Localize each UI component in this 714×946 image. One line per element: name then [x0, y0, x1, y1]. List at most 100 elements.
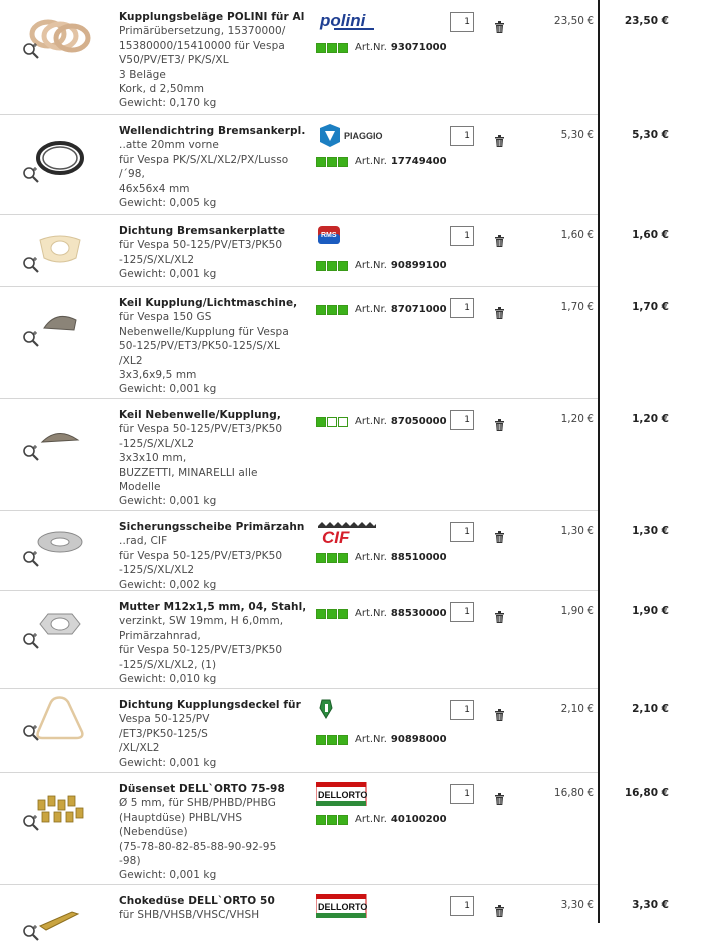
zoom-icon[interactable]	[22, 330, 40, 348]
product-description: Mutter M12x1,5 mm, 04, Stahl, verzinkt, S…	[119, 600, 305, 686]
product-detail-line: ..atte 20mm vorne	[119, 139, 219, 152]
trash-icon[interactable]	[494, 304, 505, 319]
quantity-input[interactable]	[450, 522, 474, 542]
product-detail-line: für Vespa 50-125/PV/ET3/PK50	[119, 549, 283, 562]
product-title[interactable]: Düsenset DELL`ORTO 75-98	[119, 782, 305, 796]
zoom-icon[interactable]	[22, 444, 40, 462]
product-title[interactable]: Keil Kupplung/Lichtmaschine,	[119, 296, 305, 310]
product-title[interactable]: Kupplungsbeläge POLINI für Alu	[119, 10, 305, 24]
product-description: Kupplungsbeläge POLINI für Alu Primärüber…	[119, 10, 305, 111]
art-nr-value: 93071000	[390, 42, 447, 53]
art-nr-label: Art.Nr.	[355, 734, 387, 745]
availability-artnr: Art.Nr. 90898000	[316, 734, 447, 745]
availability-artnr: Art.Nr. 93071000	[316, 42, 447, 53]
column-divider	[598, 0, 600, 923]
product-description: Keil Kupplung/Lichtmaschine, für Vespa 15…	[119, 296, 305, 397]
availability-indicator	[327, 814, 337, 825]
product-detail-line: V50/PV/ET3/ PK/S/XL	[119, 54, 229, 67]
art-nr-value: 87071000	[390, 304, 447, 315]
svg-text:DELLORTO: DELLORTO	[318, 902, 367, 912]
zoom-icon[interactable]	[22, 724, 40, 742]
brand-logo: polini	[316, 10, 388, 34]
art-nr-label: Art.Nr.	[355, 260, 387, 271]
art-nr-label: Art.Nr.	[355, 814, 387, 825]
availability-indicator	[316, 42, 326, 53]
unit-price: 3,30 €	[560, 899, 594, 911]
product-detail-line: für Vespa 50-125/PV/ET3/PK50	[119, 644, 283, 657]
art-nr-value: 90899100	[390, 260, 447, 271]
unit-price: 5,30 €	[560, 129, 594, 141]
availability-indicator	[338, 734, 348, 745]
quantity-input[interactable]	[450, 784, 474, 804]
zoom-icon[interactable]	[22, 166, 40, 184]
art-nr-value: 90898000	[390, 734, 447, 745]
unit-price: 1,20 €	[560, 413, 594, 425]
quantity-input[interactable]	[450, 226, 474, 246]
unit-price: 2,10 €	[560, 703, 594, 715]
brand-logo	[316, 698, 388, 722]
quantity-input[interactable]	[450, 410, 474, 430]
product-detail-line: 3x3x10 mm,	[119, 452, 187, 465]
quantity-input[interactable]	[450, 700, 474, 720]
product-detail-line: -125/S/XL/XL2, (1)	[119, 658, 217, 671]
product-title[interactable]: Mutter M12x1,5 mm, 04, Stahl,	[119, 600, 305, 614]
zoom-icon[interactable]	[22, 924, 40, 942]
product-description: Chokedüse DELL`ORTO 50 für SHB/VHSB/VHSC/…	[119, 894, 305, 923]
line-total: 2,10 €	[632, 703, 669, 715]
product-title[interactable]: Wellendichtring Bremsankerpl..	[119, 124, 305, 138]
zoom-icon[interactable]	[22, 632, 40, 650]
trash-icon[interactable]	[494, 132, 505, 147]
availability-artnr: Art.Nr. 17749400	[316, 156, 447, 167]
line-total: 23,50 €	[624, 15, 669, 27]
unit-price: 1,70 €	[560, 301, 594, 313]
svg-text:polini: polini	[319, 11, 367, 30]
trash-icon[interactable]	[494, 232, 505, 247]
art-nr-value: 88510000	[390, 552, 447, 563]
art-nr-value: 87050000	[390, 416, 447, 427]
availability-indicator	[327, 608, 337, 619]
zoom-icon[interactable]	[22, 814, 40, 832]
availability-indicator	[327, 156, 337, 167]
trash-icon[interactable]	[494, 902, 505, 917]
line-total: 5,30 €	[632, 129, 669, 141]
zoom-icon[interactable]	[22, 550, 40, 568]
availability-indicator	[338, 608, 348, 619]
trash-icon[interactable]	[494, 18, 505, 33]
art-nr-label: Art.Nr.	[355, 416, 387, 427]
product-description: Dichtung Bremsankerplatte für Vespa 50-12…	[119, 224, 305, 282]
quantity-input[interactable]	[450, 896, 474, 916]
availability-artnr: Art.Nr. 40100200	[316, 814, 447, 825]
trash-icon[interactable]	[494, 608, 505, 623]
svg-text:DELLORTO: DELLORTO	[318, 790, 367, 800]
unit-price: 1,30 €	[560, 525, 594, 537]
product-detail-line: Gewicht: 0,005 kg	[119, 197, 217, 210]
product-detail-line: für Vespa PK/S/XL/XL2/PX/Lusso	[119, 153, 289, 166]
product-detail-line: Nebenwelle/Kupplung für Vespa	[119, 325, 289, 338]
trash-icon[interactable]	[494, 528, 505, 543]
product-detail-line: BUZZETTI, MINARELLI alle	[119, 466, 258, 479]
zoom-icon[interactable]	[22, 256, 40, 274]
trash-icon[interactable]	[494, 706, 505, 721]
product-description: Düsenset DELL`ORTO 75-98 Ø 5 mm, für SHB/…	[119, 782, 305, 883]
product-detail-line: -125/S/XL/XL2	[119, 437, 195, 450]
zoom-icon[interactable]	[22, 42, 40, 60]
product-detail-line: Gewicht: 0,001 kg	[119, 268, 217, 281]
product-detail-line: -98)	[119, 855, 141, 868]
product-title[interactable]: Dichtung Kupplungsdeckel für	[119, 698, 305, 712]
trash-icon[interactable]	[494, 790, 505, 805]
quantity-input[interactable]	[450, 298, 474, 318]
trash-icon[interactable]	[494, 416, 505, 431]
product-title[interactable]: Sicherungsscheibe Primärzahn..	[119, 520, 305, 534]
product-title[interactable]: Chokedüse DELL`ORTO 50	[119, 894, 305, 908]
quantity-input[interactable]	[450, 602, 474, 622]
product-description: Sicherungsscheibe Primärzahn.. ..rad, CIF…	[119, 520, 305, 592]
availability-indicator	[316, 260, 326, 271]
quantity-input[interactable]	[450, 12, 474, 32]
quantity-input[interactable]	[450, 126, 474, 146]
brand-logo: RMS	[316, 224, 388, 248]
product-title[interactable]: Dichtung Bremsankerplatte	[119, 224, 305, 238]
brand-logo: CIF	[316, 520, 388, 547]
product-detail-line: verzinkt, SW 19mm, H 6,0mm,	[119, 615, 284, 628]
product-title[interactable]: Keil Nebenwelle/Kupplung,	[119, 408, 305, 422]
product-detail-line: Modelle	[119, 481, 161, 494]
